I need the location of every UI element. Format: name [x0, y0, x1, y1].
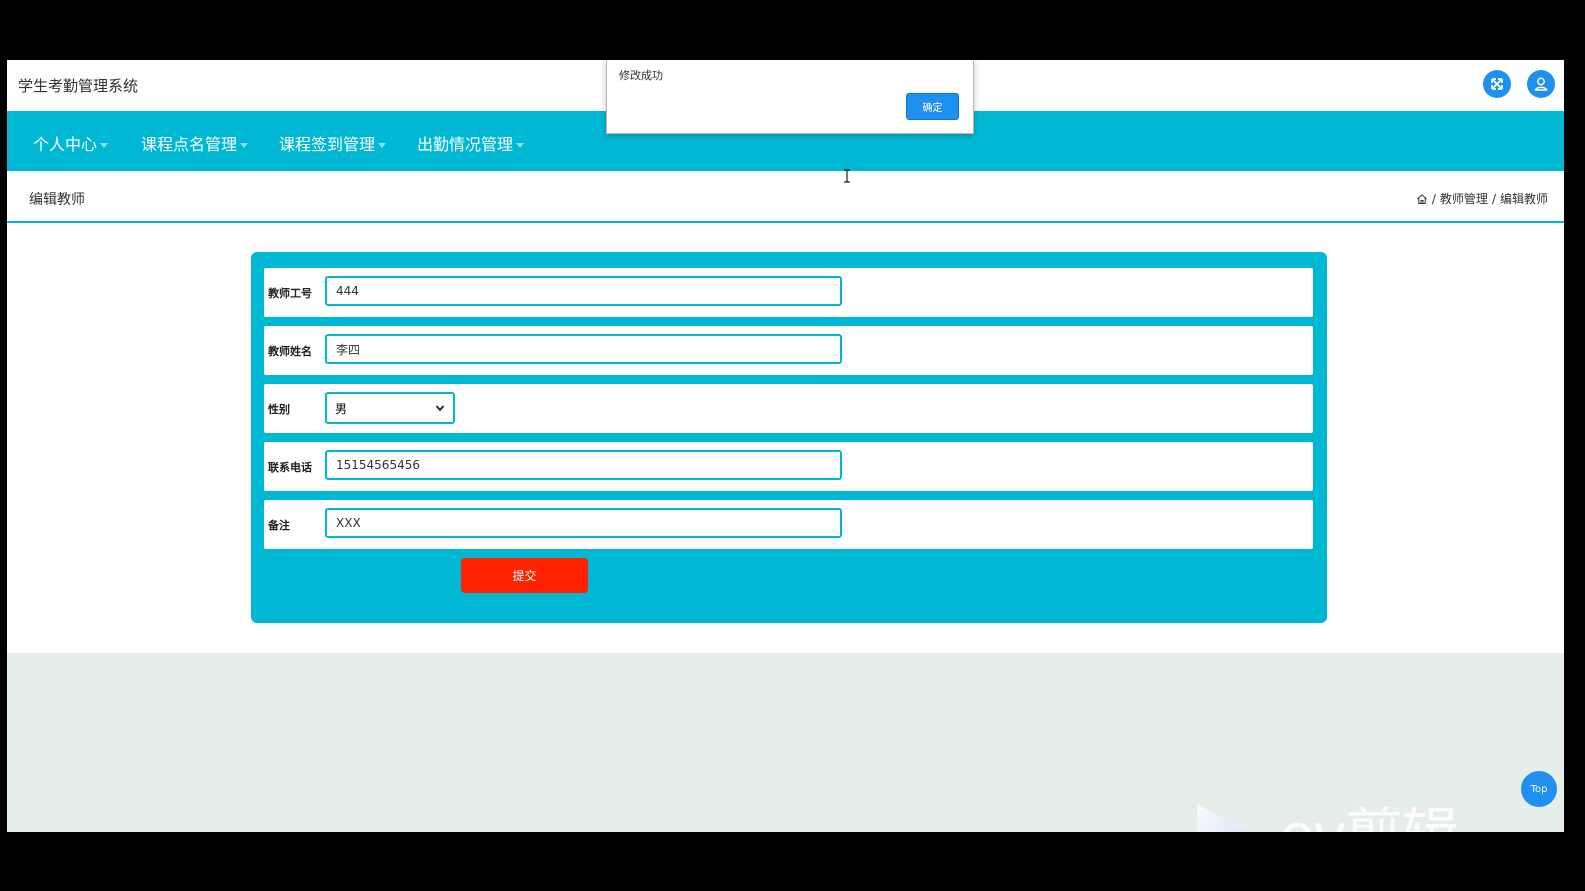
user-icon — [1534, 77, 1548, 91]
edit-teacher-form: 教师工号 教师姓名 性别 男 联系电话 — [251, 252, 1327, 623]
caret-down-icon — [100, 143, 109, 148]
form-row-teacher-id: 教师工号 — [264, 268, 1313, 317]
phone-label: 联系电话 — [268, 461, 312, 474]
submit-button[interactable]: 提交 — [461, 558, 588, 593]
fullscreen-button[interactable] — [1483, 70, 1511, 98]
teacher-id-label: 教师工号 — [268, 287, 312, 300]
nav-item-personal-center[interactable]: 个人中心 — [33, 131, 109, 155]
play-logo-icon — [1197, 804, 1248, 832]
scroll-top-button[interactable]: Top — [1521, 771, 1557, 807]
caret-down-icon — [516, 143, 525, 148]
alert-ok-button[interactable]: 确定 — [906, 93, 959, 120]
form-row-teacher-name: 教师姓名 — [264, 326, 1313, 375]
page-header: 编辑教师 / 教师管理 / 编辑教师 — [7, 171, 1564, 223]
teacher-name-input[interactable] — [325, 334, 842, 364]
gender-select[interactable]: 男 — [325, 392, 455, 424]
caret-down-icon — [378, 143, 387, 148]
nav-item-label: 个人中心 — [33, 135, 98, 154]
teacher-id-input[interactable] — [325, 276, 842, 306]
form-row-phone: 联系电话 — [264, 442, 1313, 491]
breadcrumb-edit-teacher: 编辑教师 — [1499, 192, 1548, 206]
text-cursor-icon — [844, 169, 850, 183]
home-icon[interactable] — [1416, 193, 1428, 205]
alert-dialog: 修改成功 确定 — [606, 60, 974, 134]
phone-input[interactable] — [325, 450, 842, 480]
nav-item-label: 课程签到管理 — [279, 135, 376, 154]
form-row-remark: 备注 — [264, 500, 1313, 549]
gender-selected-value: 男 — [335, 401, 348, 416]
breadcrumb-teacher-management[interactable]: 教师管理 — [1440, 190, 1488, 207]
nav-item-course-checkin[interactable]: 课程签到管理 — [279, 131, 387, 155]
alert-message: 修改成功 — [619, 69, 663, 82]
chevron-down-icon — [435, 405, 445, 412]
nav-item-attendance[interactable]: 出勤情况管理 — [417, 131, 525, 155]
breadcrumb-separator: / — [1431, 191, 1436, 206]
expand-icon — [1491, 78, 1503, 90]
nav-item-course-rollcall[interactable]: 课程点名管理 — [141, 131, 249, 155]
app-window: 学生考勤管理系统 个人中心 课程点名管理 课程签到管理 出勤情况管理 编辑教师 … — [7, 60, 1564, 832]
teacher-name-label: 教师姓名 — [268, 345, 312, 358]
nav-item-label: 课程点名管理 — [141, 135, 238, 154]
app-title: 学生考勤管理系统 — [18, 77, 139, 95]
watermark: ev剪辑 — [1193, 800, 1493, 832]
user-button[interactable] — [1527, 70, 1555, 98]
caret-down-icon — [240, 143, 249, 148]
page-title: 编辑教师 — [29, 192, 85, 208]
breadcrumb-separator: / — [1491, 191, 1496, 206]
breadcrumb: / 教师管理 / 编辑教师 — [1416, 190, 1548, 207]
form-row-gender: 性别 男 — [264, 384, 1313, 433]
content-area: 教师工号 教师姓名 性别 男 联系电话 — [7, 223, 1564, 653]
gender-label: 性别 — [268, 403, 290, 416]
remark-label: 备注 — [268, 519, 290, 532]
watermark-text: ev剪辑 — [1279, 800, 1459, 832]
remark-input[interactable] — [325, 508, 842, 538]
nav-item-label: 出勤情况管理 — [417, 135, 514, 154]
